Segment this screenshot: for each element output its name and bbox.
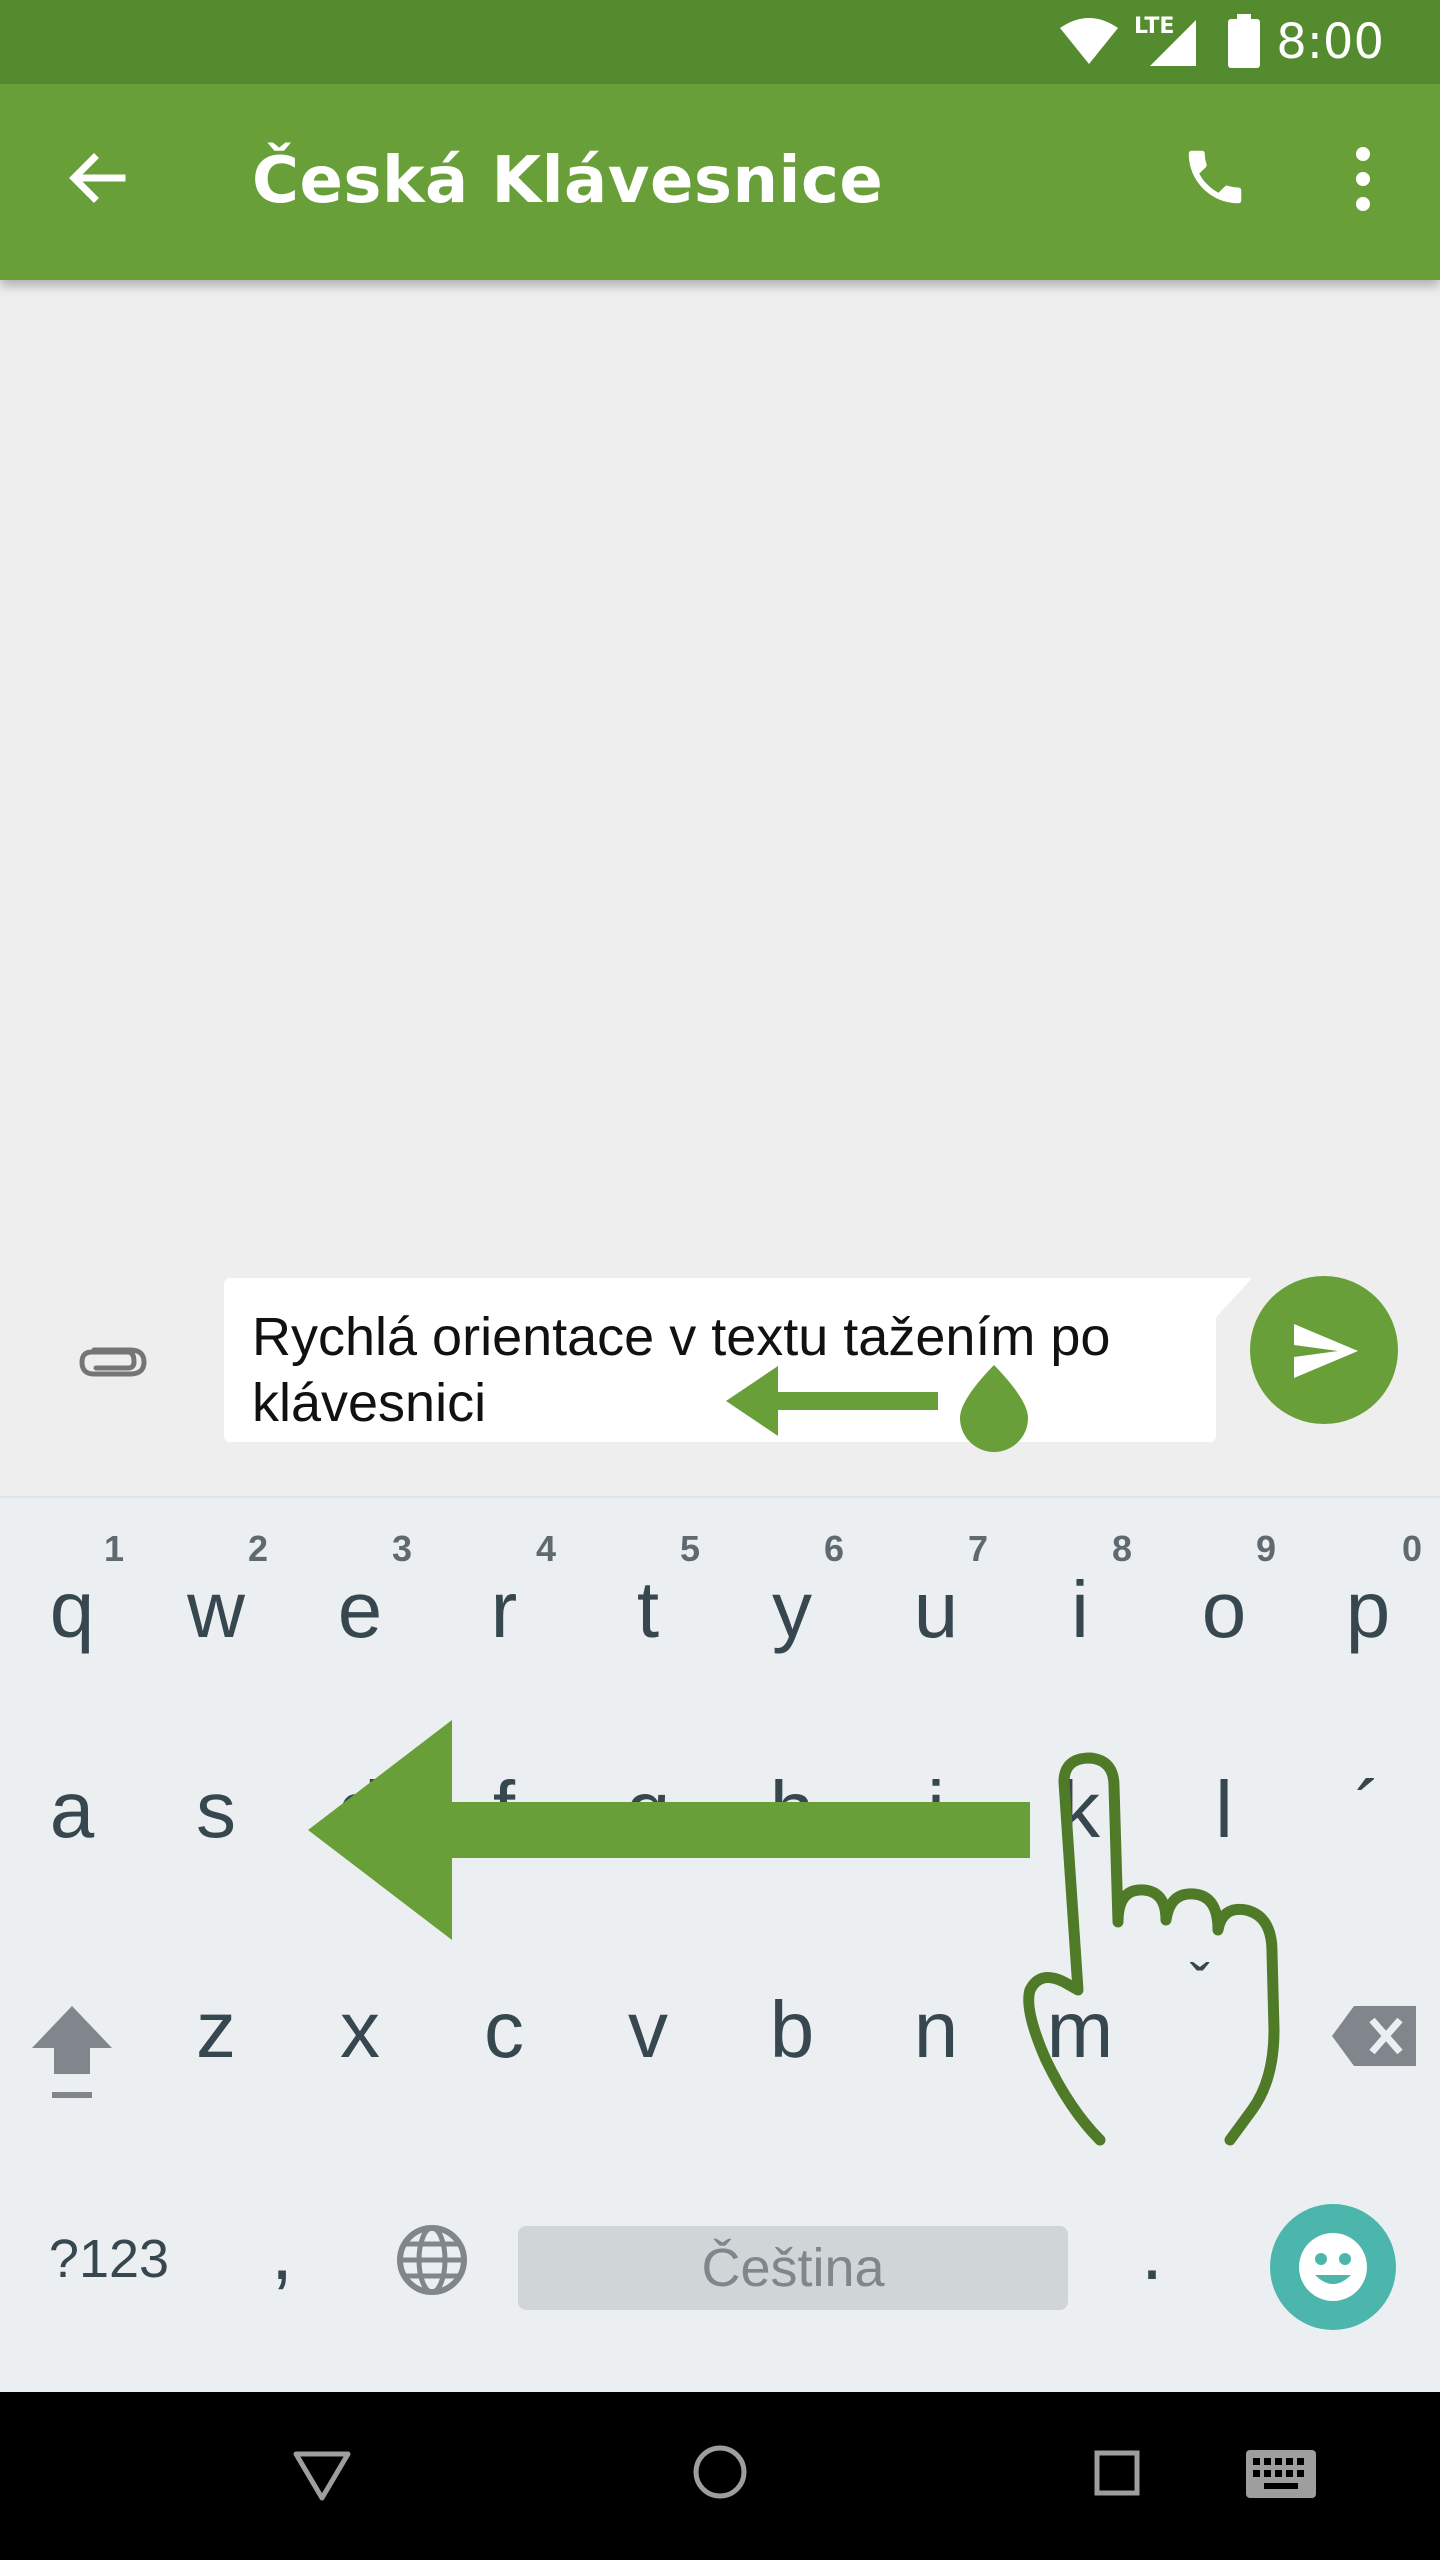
emoji-icon (1299, 2233, 1367, 2301)
key-x[interactable]: x (288, 1948, 432, 2108)
key-n[interactable]: n (864, 1948, 1008, 2108)
key-hint: 4 (536, 1528, 557, 1569)
key-g[interactable]: g (576, 1728, 720, 1888)
key-hint: 1 (104, 1528, 125, 1569)
phone-icon[interactable] (1180, 142, 1250, 212)
emoji-key[interactable] (1270, 2204, 1396, 2330)
key-acute[interactable]: ´ (1296, 1728, 1440, 1888)
send-button[interactable] (1250, 1276, 1398, 1424)
battery-icon (1228, 14, 1260, 68)
key-hint: 7 (968, 1528, 989, 1569)
key-label: ´ (1354, 1765, 1382, 1854)
key-u[interactable]: 7 u (864, 1518, 1008, 1678)
key-label: n (913, 1985, 959, 2074)
key-caron[interactable]: ˇ (1128, 1948, 1272, 2108)
attach-icon[interactable] (74, 1340, 150, 1384)
send-icon (1294, 1324, 1358, 1378)
key-c[interactable]: c (432, 1948, 576, 2108)
language-key[interactable] (360, 2192, 504, 2332)
key-hint: 6 (824, 1528, 845, 1569)
backspace-key[interactable] (1296, 1948, 1440, 2108)
recents-nav-icon[interactable] (1094, 2450, 1140, 2496)
key-label: d (337, 1765, 383, 1854)
key-z[interactable]: z (144, 1948, 288, 2108)
status-time: 8:00 (1276, 14, 1384, 70)
key-v[interactable]: v (576, 1948, 720, 2108)
key-label: j (927, 1765, 945, 1854)
key-label: a (49, 1765, 95, 1854)
key-f[interactable]: f (432, 1728, 576, 1888)
shift-key[interactable] (0, 1968, 144, 2128)
key-label: ˇ (1190, 1952, 1210, 2019)
key-label: b (769, 1985, 815, 2074)
key-r[interactable]: 4 r (432, 1518, 576, 1678)
compose-bar: Rychlá orientace v textu tažením po kláv… (0, 1240, 1440, 1496)
navigation-bar (0, 2392, 1440, 2560)
back-nav-icon[interactable] (292, 2448, 352, 2504)
message-input[interactable]: Rychlá orientace v textu tažením po kláv… (224, 1278, 1216, 1442)
key-hint: 8 (1112, 1528, 1133, 1569)
key-label: f (492, 1765, 516, 1854)
key-hint: 5 (680, 1528, 701, 1569)
key-b[interactable]: b (720, 1948, 864, 2108)
key-i[interactable]: 8 i (1008, 1518, 1152, 1678)
soft-keyboard: 1 q 2 w 3 e 4 r 5 t 6 y 7 u 8 i 9 o 0 p … (0, 1496, 1440, 2392)
back-arrow-icon[interactable] (64, 146, 128, 210)
key-o[interactable]: 9 o (1152, 1518, 1296, 1678)
key-y[interactable]: 6 y (720, 1518, 864, 1678)
backspace-icon (1332, 2006, 1416, 2066)
bubble-tail (1212, 1278, 1252, 1322)
key-j[interactable]: j (864, 1728, 1008, 1888)
home-nav-icon[interactable] (692, 2444, 748, 2500)
key-d[interactable]: d (288, 1728, 432, 1888)
period-key[interactable]: . (1080, 2192, 1224, 2332)
key-label: ?123 (48, 2229, 170, 2289)
more-vert-icon[interactable] (1346, 144, 1380, 214)
key-l[interactable]: l (1152, 1728, 1296, 1888)
key-a[interactable]: a (0, 1728, 144, 1888)
key-label: x (340, 1985, 380, 2074)
key-label: k (1060, 1765, 1100, 1854)
key-label: . (1140, 2207, 1164, 2296)
shift-icon (32, 2006, 112, 2098)
space-key[interactable]: Čeština (518, 2226, 1068, 2310)
conversation-title: Česká Klávesnice (252, 144, 884, 218)
signal-icon (1150, 20, 1196, 66)
message-list (0, 280, 1440, 1240)
key-hint: 0 (1402, 1528, 1423, 1569)
keyboard-switch-icon[interactable] (1246, 2450, 1316, 2498)
key-s[interactable]: s (144, 1728, 288, 1888)
app-bar: Česká Klávesnice (0, 84, 1440, 280)
key-hint: 3 (392, 1528, 413, 1569)
key-label: v (628, 1985, 668, 2074)
key-label: h (769, 1765, 815, 1854)
comma-key[interactable]: , (210, 2192, 354, 2332)
symbols-key[interactable]: ?123 (24, 2192, 194, 2332)
key-label: g (625, 1765, 671, 1854)
key-label: l (1215, 1765, 1233, 1854)
globe-icon (397, 2225, 467, 2295)
key-q[interactable]: 1 q (0, 1518, 144, 1678)
key-hint: 2 (248, 1528, 269, 1569)
key-k[interactable]: k (1008, 1728, 1152, 1888)
key-w[interactable]: 2 w (144, 1518, 288, 1678)
wifi-icon (1060, 18, 1118, 64)
key-t[interactable]: 5 t (576, 1518, 720, 1678)
status-bar: LTE 8:00 (0, 0, 1440, 84)
key-e[interactable]: 3 e (288, 1518, 432, 1678)
key-h[interactable]: h (720, 1728, 864, 1888)
key-label: c (484, 1985, 524, 2074)
key-label: s (196, 1765, 236, 1854)
key-hint: 9 (1256, 1528, 1277, 1569)
key-label: , (270, 2207, 294, 2296)
key-p[interactable]: 0 p (1296, 1518, 1440, 1678)
message-text: Rychlá orientace v textu tažením po kláv… (252, 1307, 1111, 1433)
key-label: z (196, 1985, 236, 2074)
